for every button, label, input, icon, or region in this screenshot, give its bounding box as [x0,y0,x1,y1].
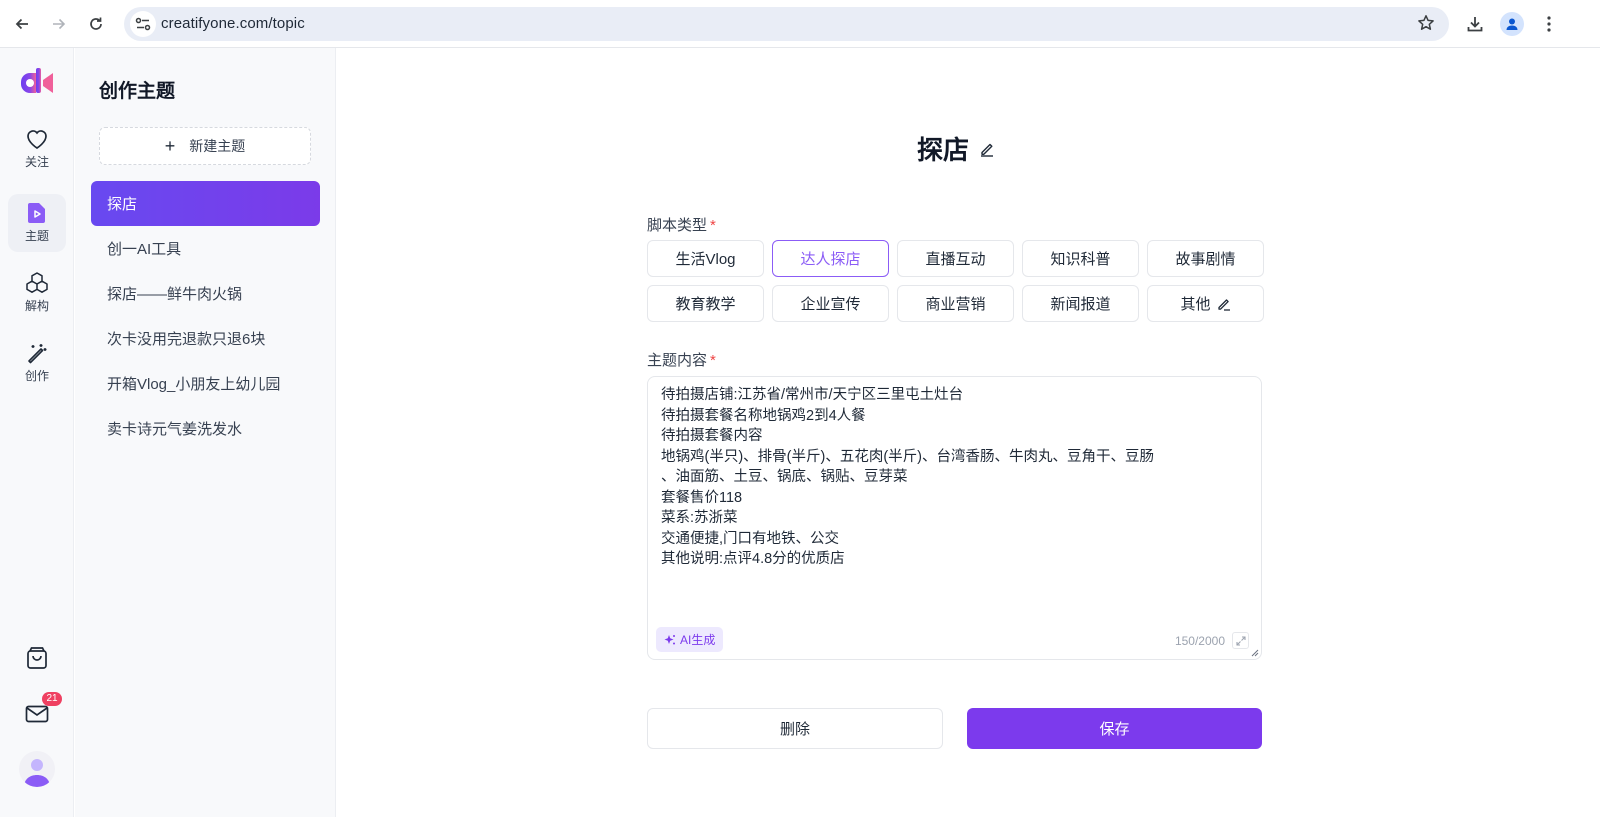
char-counter: 150/2000 [1174,634,1225,648]
profile-icon [1506,18,1518,30]
topic-label: 创一AI工具 [107,241,182,258]
content-field: AI生成 150/2000 [647,376,1262,660]
topic-item[interactable]: 探店 [91,181,320,226]
app-logo[interactable] [19,68,55,99]
downloads-button[interactable] [1461,10,1489,38]
edit-title-button[interactable] [979,141,995,157]
sparkle-icon [664,634,676,646]
topic-item[interactable]: 探店——鲜牛肉火锅 [91,271,320,316]
topic-label: 卖卡诗元气姜洗发水 [107,421,243,438]
script-type-option[interactable]: 直播互动 [897,240,1014,277]
shop-button[interactable] [18,639,56,677]
forward-button[interactable] [45,10,73,38]
script-type-options: 生活Vlog 达人探店 直播互动 知识科普 故事剧情 教育教学 企业宣传 商业营… [647,240,1264,322]
download-icon [1467,17,1483,32]
topic-label: 探店 [107,196,138,213]
ai-generate-label: AI生成 [680,633,716,647]
script-type-option[interactable]: 新闻报道 [1022,285,1139,322]
arrow-left-icon [15,18,28,30]
user-avatar[interactable] [19,751,55,787]
script-type-option[interactable]: 故事剧情 [1147,240,1264,277]
topic-item[interactable]: 卖卡诗元气姜洗发水 [91,406,320,451]
nav-follow[interactable]: 关注 [8,120,66,178]
nav-follow-label: 关注 [24,155,49,169]
bookmark-star-icon[interactable] [1417,14,1435,37]
nav-topic-label: 主题 [24,229,49,243]
topic-title: 探店 [917,130,995,167]
nav-deconstruct-label: 解构 [24,299,49,313]
panel-title: 创作主题 [99,81,176,102]
required-mark: * [710,217,716,234]
reload-icon [90,17,102,30]
topic-item[interactable]: 创一AI工具 [91,226,320,271]
url-text[interactable]: creatifyone.com/topic [161,15,305,32]
new-topic-label: 新建主题 [189,138,246,154]
mail-icon [25,705,49,723]
topic-item[interactable]: 次卡没用完退款只退6块 [91,316,320,361]
file-play-icon [28,203,45,223]
script-type-option-selected[interactable]: 达人探店 [772,240,889,277]
back-button[interactable] [8,10,36,38]
more-vertical-icon [1547,16,1551,32]
topic-title-text: 探店 [917,135,970,165]
arrow-right-icon [53,18,66,30]
topic-panel: 创作主题 + 新建主题 探店 创一AI工具 探店——鲜牛肉火锅 次卡没用完退款只… [75,48,336,817]
topic-editor: 探店 脚本类型 * 生活Vlog 达人探店 直播互动 知识科普 故事剧情 教育教学… [337,48,1600,817]
topic-label: 探店——鲜牛肉火锅 [107,286,243,303]
site-settings-icon[interactable] [130,11,156,37]
pencil-icon [981,143,994,157]
magic-wand-icon [28,344,47,364]
nav-deconstruct[interactable]: 解构 [8,264,66,322]
nav-create[interactable]: 创作 [8,334,66,392]
heart-icon [27,130,47,149]
script-type-option-other[interactable]: 其他 [1147,285,1264,322]
messages-button[interactable]: 21 [18,692,62,733]
script-type-option[interactable]: 商业营销 [897,285,1014,322]
script-type-label: 脚本类型 * [647,217,716,234]
expand-button[interactable] [1232,632,1249,649]
shopping-bag-icon [27,647,47,669]
address-bar[interactable]: creatifyone.com/topic [124,7,1449,41]
browser-toolbar: creatifyone.com/topic [0,0,1600,48]
content-textarea[interactable] [661,385,1251,615]
expand-icon [1235,635,1246,646]
plus-icon: + [164,135,176,156]
script-type-option[interactable]: 生活Vlog [647,240,764,277]
topic-item[interactable]: 开箱Vlog_小朋友上幼儿园 [91,361,320,406]
app-nav-rail: 关注 主题 解构 创作 21 [0,48,74,817]
browser-menu-button[interactable] [1535,10,1563,38]
profile-button[interactable] [1498,10,1526,38]
save-button[interactable]: 保存 [967,708,1262,749]
nav-create-label: 创作 [24,369,49,383]
new-topic-button[interactable]: + 新建主题 [99,127,311,165]
required-mark: * [710,352,716,369]
script-type-option[interactable]: 教育教学 [647,285,764,322]
unread-badge: 21 [42,692,62,706]
cubes-icon [26,272,48,293]
delete-button[interactable]: 删除 [647,708,943,749]
reload-button[interactable] [82,10,110,38]
ai-generate-button[interactable]: AI生成 [656,627,724,652]
content-label: 主题内容 * [647,352,716,369]
resize-handle-icon[interactable] [1251,649,1259,657]
topic-label: 次卡没用完退款只退6块 [107,331,266,348]
topic-label: 开箱Vlog_小朋友上幼儿园 [107,376,281,393]
script-type-option[interactable]: 企业宣传 [772,285,889,322]
script-type-option[interactable]: 知识科普 [1022,240,1139,277]
nav-topic[interactable]: 主题 [8,194,66,252]
pencil-icon [1217,297,1231,311]
